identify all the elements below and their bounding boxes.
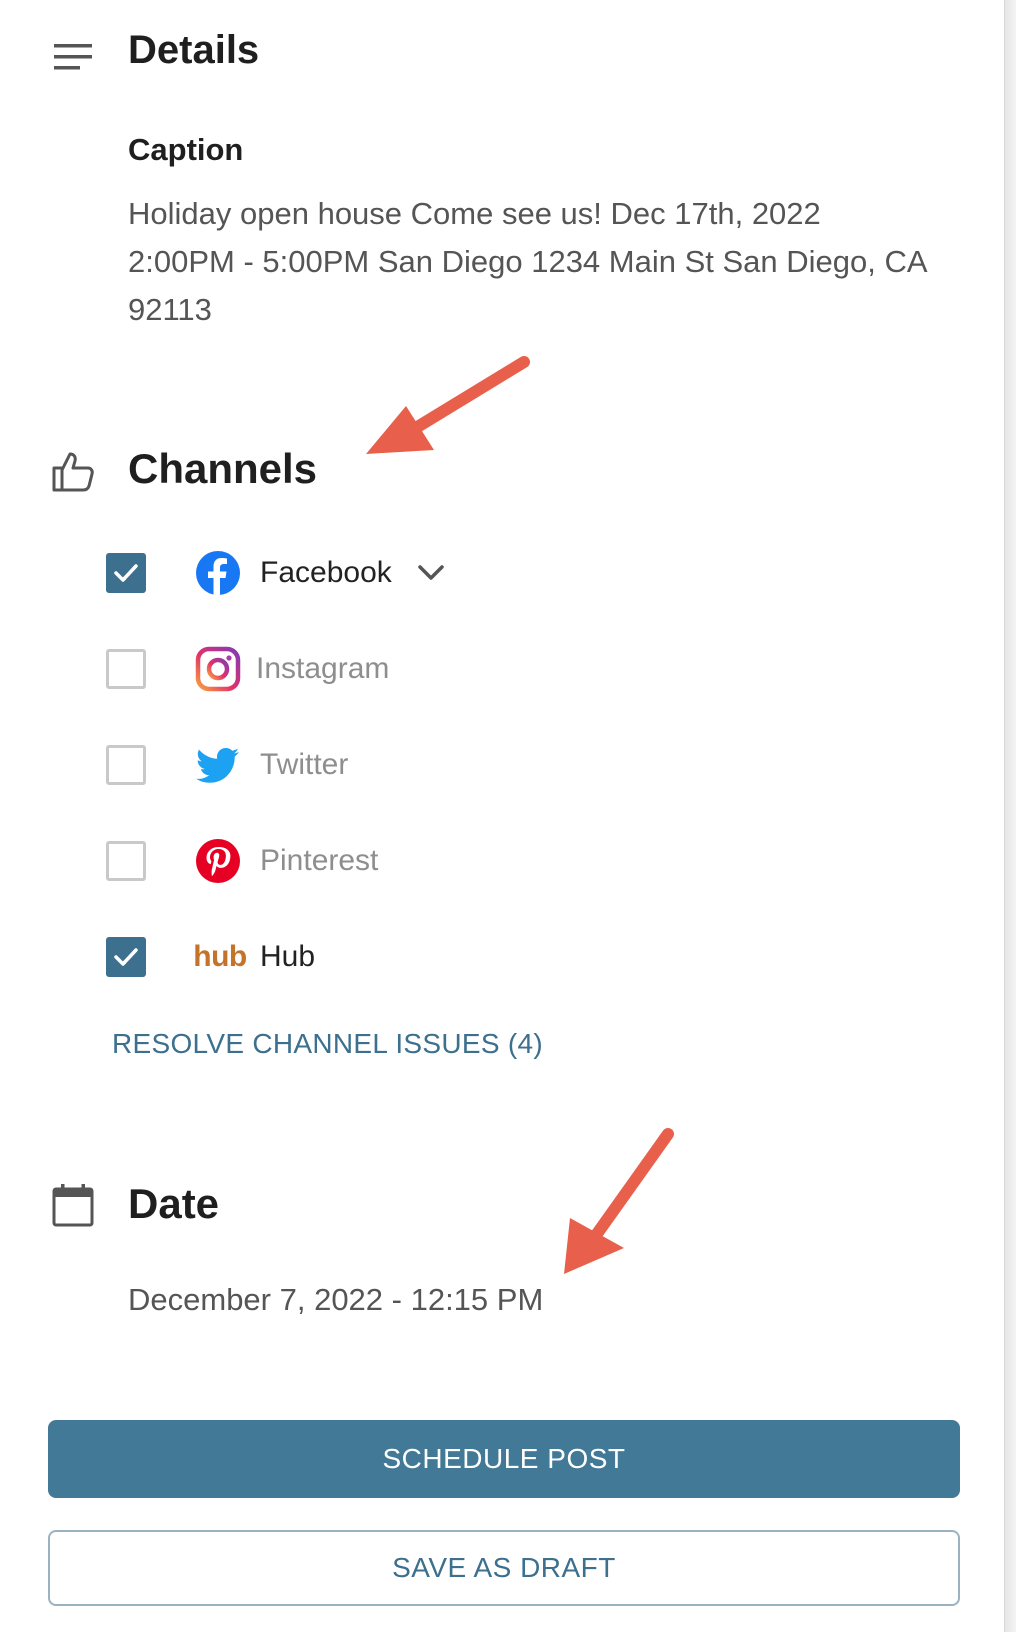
twitter-checkbox[interactable] xyxy=(106,745,146,785)
hub-logo: hub xyxy=(193,940,247,973)
channel-label-facebook[interactable]: Facebook xyxy=(260,556,392,590)
schedule-post-button[interactable]: SCHEDULE POST xyxy=(48,1420,960,1498)
annotation-arrow xyxy=(564,1128,674,1274)
save-as-draft-button[interactable]: SAVE AS DRAFT xyxy=(48,1530,960,1606)
channel-row-pinterest: Pinterest xyxy=(106,836,378,886)
instagram-icon xyxy=(194,645,242,693)
date-value[interactable]: December 7, 2022 - 12:15 PM xyxy=(128,1282,543,1318)
channels-title: Channels xyxy=(128,445,318,492)
channel-label-twitter[interactable]: Twitter xyxy=(260,748,348,782)
twitter-icon xyxy=(194,741,242,789)
scrollbar-track xyxy=(1004,0,1016,1632)
channel-label-pinterest[interactable]: Pinterest xyxy=(260,844,378,878)
channel-row-twitter: Twitter xyxy=(106,740,348,790)
caption-text: Holiday open house Come see us! Dec 17th… xyxy=(128,196,926,327)
facebook-checkbox[interactable] xyxy=(106,553,146,593)
pinterest-icon xyxy=(194,837,242,885)
pinterest-checkbox[interactable] xyxy=(106,841,146,881)
menu-icon[interactable] xyxy=(50,34,96,80)
channel-row-facebook: Facebook xyxy=(106,548,444,598)
thumbs-up-icon xyxy=(52,452,94,492)
chevron-down-icon[interactable] xyxy=(416,560,446,586)
resolve-channel-issues-link[interactable]: RESOLVE CHANNEL ISSUES (4) xyxy=(112,1028,543,1060)
channel-label-hub[interactable]: Hub xyxy=(260,940,315,974)
channel-row-hub: hub Hub xyxy=(106,932,315,982)
caption-label: Caption xyxy=(128,132,244,167)
channel-row-instagram: Instagram xyxy=(106,644,389,694)
annotation-arrow xyxy=(366,356,530,454)
date-title: Date xyxy=(128,1180,220,1227)
calendar-icon xyxy=(52,1184,94,1227)
details-title: Details xyxy=(128,28,260,72)
checkmark-icon xyxy=(114,948,138,966)
instagram-checkbox[interactable] xyxy=(106,649,146,689)
checkmark-icon xyxy=(114,564,138,582)
channel-label-instagram[interactable]: Instagram xyxy=(256,652,389,686)
hub-checkbox[interactable] xyxy=(106,937,146,977)
facebook-icon xyxy=(194,549,242,597)
